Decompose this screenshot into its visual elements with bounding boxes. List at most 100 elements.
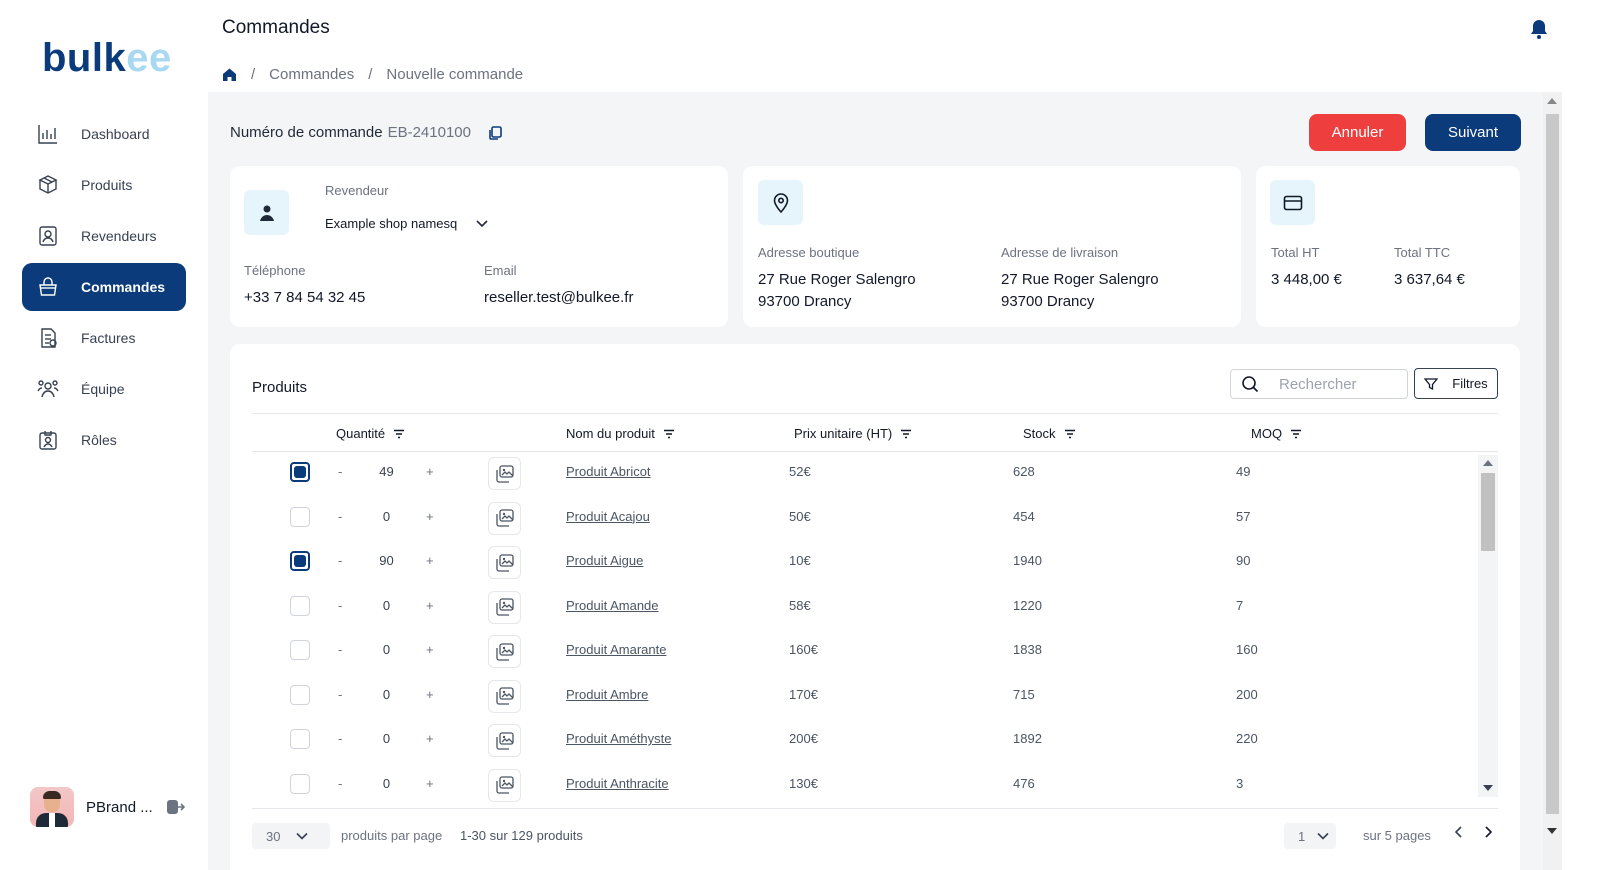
breadcrumb-commandes[interactable]: Commandes [269,66,354,83]
sidebar-item-label: Rôles [81,432,117,448]
sort-icon [394,429,405,438]
per-page-label: produits par page [341,828,443,843]
quantity-decrement-button[interactable]: - [338,642,342,657]
search-input[interactable] [1279,375,1399,393]
total-ht-label: Total HT [1271,245,1320,260]
next-button[interactable]: Suivant [1425,114,1521,151]
quantity-increment-button[interactable]: + [426,731,434,746]
column-moq[interactable]: MOQ [1251,426,1302,441]
scroll-down-arrow[interactable] [1547,828,1557,834]
quantity-decrement-button[interactable]: - [338,509,342,524]
home-icon[interactable] [222,67,237,82]
bell-icon[interactable] [1530,19,1548,39]
sidebar-item-label: Produits [81,177,133,193]
filters-button[interactable]: Filtres [1414,368,1498,399]
per-page-select[interactable]: 30 [252,823,330,849]
logout-icon[interactable] [165,797,185,817]
quantity-increment-button[interactable]: + [426,553,434,568]
column-stock[interactable]: Stock [1023,426,1076,441]
unit-price: 130€ [789,775,818,791]
scroll-down-arrow[interactable] [1483,785,1493,791]
row-checkbox[interactable] [290,595,310,616]
quantity-value[interactable]: 0 [364,509,409,524]
page-select[interactable]: 1 [1284,823,1336,849]
row-checkbox[interactable] [290,640,310,660]
sidebar-item-commandes[interactable]: Commandes [22,263,186,311]
scroll-thumb[interactable] [1546,114,1559,814]
row-checkbox[interactable] [290,551,310,571]
product-name-link[interactable]: Produit Anthracite [566,776,669,791]
quantity-value[interactable]: 0 [364,731,409,746]
row-checkbox[interactable] [290,506,310,527]
reseller-card: Revendeur Example shop namesq Téléphone … [230,166,728,327]
scroll-up-arrow[interactable] [1547,98,1557,104]
chevron-right-icon[interactable] [1481,825,1495,839]
shop-address-line1: 27 Rue Roger Salengro [758,271,916,288]
quantity-increment-button[interactable]: + [426,687,434,702]
sidebar-item-roles[interactable]: Rôles [22,416,186,464]
sidebar-item-factures[interactable]: Factures [22,314,186,362]
sidebar-item-dashboard[interactable]: Dashboard [22,110,186,158]
shop-address-label: Adresse boutique [758,245,860,260]
user-profile[interactable]: PBrand ... [30,787,185,827]
quantity-increment-button[interactable]: + [426,642,434,657]
reseller-select[interactable]: Example shop namesq [325,216,489,231]
quantity-decrement-button[interactable]: - [338,598,342,613]
product-name-link[interactable]: Produit Abricot [566,464,651,479]
row-checkbox[interactable] [290,684,310,705]
product-name-link[interactable]: Produit Aigue [566,553,643,568]
quantity-value[interactable]: 0 [364,598,409,613]
reseller-label: Revendeur [325,183,389,198]
row-checkbox[interactable] [290,773,310,794]
page-scrollbar[interactable] [1543,92,1562,870]
unit-price: 50€ [789,508,811,524]
copy-icon[interactable] [487,125,503,141]
quantity-decrement-button[interactable]: - [338,553,342,568]
user-name: PBrand ... [86,798,153,816]
quantity-value[interactable]: 90 [364,553,409,568]
quantity-increment-button[interactable]: + [426,776,434,791]
row-checkbox[interactable] [290,729,310,749]
quantity-increment-button[interactable]: + [426,509,434,524]
quantity-decrement-button[interactable]: - [338,687,342,702]
table-row: - 0 + Produit Améthyste 200€ 1892 220 [252,719,1478,763]
scroll-thumb[interactable] [1481,473,1495,551]
cancel-button[interactable]: Annuler [1309,114,1406,151]
column-name[interactable]: Nom du produit [566,426,675,441]
quantity-decrement-button[interactable]: - [338,731,342,746]
product-name-link[interactable]: Produit Améthyste [566,731,672,746]
product-name-link[interactable]: Produit Ambre [566,687,648,702]
unit-price: 160€ [789,642,818,657]
sidebar-item-revendeurs[interactable]: Revendeurs [22,212,186,260]
quantity-value[interactable]: 0 [364,687,409,702]
sidebar-item-label: Revendeurs [81,228,157,244]
brand-logo[interactable]: bulkee [42,36,172,81]
quantity-value[interactable]: 0 [364,642,409,657]
scroll-up-arrow[interactable] [1483,460,1493,466]
table-footer: 30 produits par page 1-30 sur 129 produi… [252,808,1498,870]
image-placeholder-icon [488,724,521,757]
product-name-link[interactable]: Produit Amarante [566,642,666,657]
search-box[interactable] [1230,369,1408,399]
quantity-increment-button[interactable]: + [426,598,434,613]
quantity-value[interactable]: 49 [364,464,409,479]
chevron-left-icon[interactable] [1452,825,1466,839]
product-name-link[interactable]: Produit Amande [566,598,659,613]
moq-value: 57 [1236,508,1251,524]
table-row: - 49 + Produit Abricot 52€ 628 49 [252,452,1478,496]
row-checkbox[interactable] [290,462,310,482]
sidebar-item-equipe[interactable]: Équipe [22,365,186,413]
column-price-label: Prix unitaire (HT) [794,426,893,441]
table-scrollbar[interactable] [1478,455,1498,797]
sidebar-item-produits[interactable]: Produits [22,161,186,209]
quantity-increment-button[interactable]: + [426,464,434,479]
quantity-decrement-button[interactable]: - [338,464,342,479]
product-name-link[interactable]: Produit Acajou [566,509,650,524]
moq-value: 49 [1236,464,1251,479]
shopping-bag-icon [36,275,60,299]
quantity-decrement-button[interactable]: - [338,776,342,791]
invoice-icon [36,326,60,350]
column-quantity[interactable]: Quantité [336,426,405,441]
column-price[interactable]: Prix unitaire (HT) [794,426,912,441]
quantity-value[interactable]: 0 [364,776,409,791]
